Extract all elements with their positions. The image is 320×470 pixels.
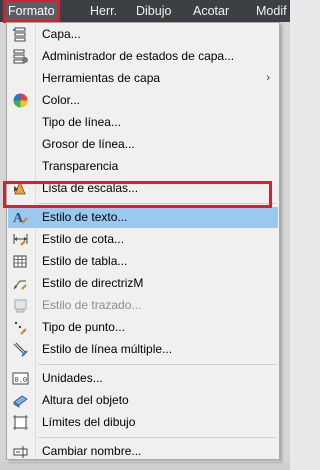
svg-text:0.0: 0.0 (15, 377, 28, 385)
menu-item-label: Estilo de texto... (42, 210, 128, 224)
layer-icon (13, 27, 26, 42)
multileader-style-icon (13, 280, 27, 290)
menu-item-label: Estilo de tabla... (42, 254, 128, 268)
menu-item-scale-list[interactable]: Lista de escalas... (8, 178, 278, 199)
menu-item-label: Cambiar nombre... (42, 444, 142, 458)
menu-item-label: Administrador de estados de capa... (42, 49, 235, 63)
drawing-limits-icon (13, 415, 28, 430)
scale-list-icon (14, 180, 26, 195)
plot-style-icon (14, 299, 27, 313)
menu-item-label: Unidades... (42, 371, 103, 385)
menu-item-dimension-style[interactable]: Estilo de cota... (8, 229, 278, 250)
menu-item-layer-tools[interactable]: Herramientas de capa › (8, 68, 278, 89)
menu-item-label: Estilo de directrizM (42, 276, 144, 290)
menu-separator (38, 364, 276, 365)
menu-item-multileader-style[interactable]: Estilo de directrizM (8, 273, 278, 294)
menu-item-point-style[interactable]: Tipo de punto... (8, 317, 278, 338)
menu-separator (38, 437, 276, 438)
menu-item-drawing-limits[interactable]: Límites del dibujo (8, 412, 278, 433)
menu-item-table-style[interactable]: Estilo de tabla... (8, 251, 278, 272)
menu-item-rename[interactable]: Cambiar nombre... (8, 441, 278, 462)
point-style-icon (14, 321, 27, 335)
layer-states-icon (13, 49, 28, 64)
menu-modificar[interactable]: Modif (254, 2, 289, 20)
menu-item-multiline-style[interactable]: Estilo de línea múltiple... (8, 339, 278, 360)
menu-item-thickness[interactable]: Altura del objeto (8, 390, 278, 411)
menu-item-label: Capa... (42, 27, 81, 41)
menu-herramientas[interactable]: Herr. (88, 2, 119, 20)
menu-item-label: Tipo de punto... (42, 320, 125, 334)
menu-item-transparency[interactable]: Transparencia (8, 156, 278, 177)
color-wheel-icon (13, 93, 28, 108)
menu-item-lineweight[interactable]: Grosor de línea... (8, 134, 278, 155)
menu-item-label: Tipo de línea... (42, 115, 121, 129)
menu-bar: Formato Herr. Dibujo Acotar Modif (0, 0, 290, 23)
thickness-icon (13, 395, 28, 408)
menu-item-text-style[interactable]: A Estilo de texto... (8, 207, 278, 228)
menu-item-label: Límites del dibujo (42, 415, 136, 429)
text-style-icon: A (13, 211, 28, 226)
menu-item-units[interactable]: 0.0 Unidades... (8, 368, 278, 389)
formato-dropdown-menu: Capa... Administrador de estados de capa… (6, 22, 280, 460)
menu-item-label: Altura del objeto (42, 393, 129, 407)
menu-item-label: Estilo de cota... (42, 232, 125, 246)
menu-separator (38, 203, 276, 204)
menu-item-label: Grosor de línea... (42, 137, 135, 151)
submenu-arrow-icon: › (266, 72, 270, 84)
menu-item-label: Estilo de línea múltiple... (42, 342, 173, 356)
units-icon: 0.0 (12, 372, 29, 385)
rename-icon (13, 446, 28, 458)
menu-item-label: Herramientas de capa (42, 71, 161, 85)
menu-item-label: Transparencia (42, 159, 119, 173)
svg-text:A: A (13, 211, 24, 226)
menu-dibujo[interactable]: Dibujo (134, 2, 173, 20)
menu-acotar[interactable]: Acotar (191, 2, 231, 20)
menu-item-linetype[interactable]: Tipo de línea... (8, 112, 278, 133)
menu-item-label: Estilo de trazado... (42, 298, 142, 312)
menu-item-capa[interactable]: Capa... (8, 24, 278, 45)
menu-item-color[interactable]: Color... (8, 90, 278, 111)
drawing-area-right (280, 22, 290, 470)
drawing-area-bottom (0, 462, 290, 470)
multiline-style-icon (13, 342, 28, 357)
menu-item-plot-style: Estilo de trazado... (8, 295, 278, 316)
menu-item-label: Lista de escalas... (42, 181, 139, 195)
menu-item-layer-states[interactable]: Administrador de estados de capa... (8, 46, 278, 67)
table-style-icon (13, 255, 27, 268)
menu-formato[interactable]: Formato (3, 0, 60, 23)
dimension-style-icon (13, 234, 28, 246)
menu-item-label: Color... (42, 93, 81, 107)
